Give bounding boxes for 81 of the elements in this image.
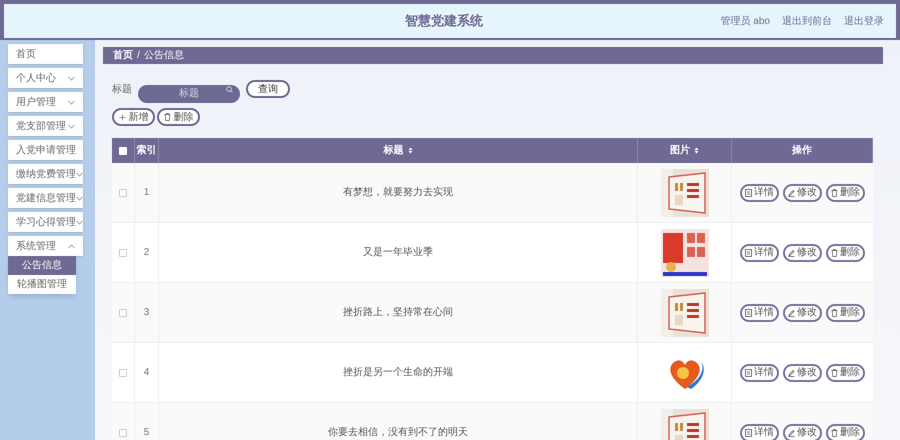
details-button[interactable]: 详情 xyxy=(740,184,779,202)
sort-icon xyxy=(694,147,699,154)
delete-button[interactable]: 删除 xyxy=(826,244,865,262)
sidebar-item[interactable]: 党支部管理 xyxy=(8,116,83,136)
row-checkbox[interactable] xyxy=(119,428,127,436)
trash-icon xyxy=(164,113,170,121)
title-cell-text: 又是一年毕业季 xyxy=(363,246,433,260)
chevron-down-icon xyxy=(68,100,75,104)
header-link[interactable]: 退出到前台 xyxy=(782,14,832,28)
title-cell-text: 挫折路上，坚持常在心间 xyxy=(343,306,453,320)
chevron-down-icon xyxy=(76,220,83,224)
breadcrumb-text: 公告信息 xyxy=(144,48,184,63)
breadcrumb-text: / xyxy=(137,49,140,63)
index-cell-text: 2 xyxy=(144,246,150,260)
sidebar-item[interactable]: 用户管理 xyxy=(8,92,83,112)
index-cell-text: 5 xyxy=(144,426,150,440)
trash-icon xyxy=(831,308,838,316)
search-icon xyxy=(226,86,233,92)
breadcrumb-text[interactable]: 首页 xyxy=(113,48,133,63)
query-button[interactable]: 查询 xyxy=(246,80,290,98)
details-button[interactable]: 详情 xyxy=(740,304,779,322)
delete-button[interactable]: 删除 xyxy=(826,424,865,440)
index-cell-text: 4 xyxy=(144,366,150,380)
index-cell-text: 3 xyxy=(144,306,150,320)
sidebar-item[interactable]: 个人中心 xyxy=(8,68,83,88)
header-link[interactable]: 退出登录 xyxy=(844,14,884,28)
search-label: 标题 xyxy=(112,82,132,96)
row-checkbox[interactable] xyxy=(119,368,127,376)
submenu-item[interactable]: 轮播图管理 xyxy=(8,275,76,294)
header-link[interactable]: 管理员 abo xyxy=(720,14,770,28)
chevron-up-icon xyxy=(68,244,75,248)
app-title: 智慧党建系统 xyxy=(405,12,483,30)
edit-button[interactable]: 修改 xyxy=(783,424,822,440)
add-button[interactable]: 新增 xyxy=(112,108,155,126)
details-button[interactable]: 详情 xyxy=(740,364,779,382)
trash-icon xyxy=(831,248,838,256)
pencil-icon xyxy=(788,308,795,316)
row-checkbox[interactable] xyxy=(119,308,127,316)
sort-icon xyxy=(408,147,412,154)
title-cell-text: 有梦想，就要努力去实现 xyxy=(343,186,453,200)
document-icon xyxy=(745,428,752,436)
chevron-down-icon xyxy=(68,76,75,80)
edit-button[interactable]: 修改 xyxy=(783,184,822,202)
chevron-down-icon xyxy=(76,172,83,176)
index-cell-text: 1 xyxy=(144,186,150,200)
chevron-down-icon xyxy=(68,124,75,128)
sidebar-item[interactable]: 首页 xyxy=(8,44,83,64)
pencil-icon xyxy=(788,188,795,196)
document-icon xyxy=(745,188,752,196)
pencil-icon xyxy=(788,248,795,256)
edit-button[interactable]: 修改 xyxy=(783,364,822,382)
title-cell-text: 挫折是另一个生命的开端 xyxy=(343,366,453,380)
sidebar-item[interactable]: 党建信息管理 xyxy=(8,188,83,208)
edit-button[interactable]: 修改 xyxy=(783,244,822,262)
chevron-down-icon xyxy=(76,196,83,200)
row-checkbox[interactable] xyxy=(119,248,127,256)
details-button[interactable]: 详情 xyxy=(740,244,779,262)
search-field[interactable]: 标题 xyxy=(138,84,240,102)
plus-icon xyxy=(118,114,126,120)
trash-icon xyxy=(831,428,838,436)
delete-button[interactable]: 删除 xyxy=(157,108,200,126)
delete-button[interactable]: 删除 xyxy=(826,184,865,202)
row-checkbox[interactable] xyxy=(119,188,127,196)
document-icon xyxy=(745,248,752,256)
trash-icon xyxy=(831,188,838,196)
title-cell-text: 你要去相信，没有到不了的明天 xyxy=(328,426,468,440)
sidebar-item[interactable]: 学习心得管理 xyxy=(8,212,83,232)
pencil-icon xyxy=(788,368,795,376)
delete-button[interactable]: 删除 xyxy=(826,364,865,382)
sidebar-item[interactable]: 入党申请管理 xyxy=(8,140,83,160)
edit-button[interactable]: 修改 xyxy=(783,304,822,322)
details-button[interactable]: 详情 xyxy=(740,424,779,440)
delete-button[interactable]: 删除 xyxy=(826,304,865,322)
sidebar-item[interactable]: 缴纳党费管理 xyxy=(8,164,83,184)
submenu-item[interactable]: 公告信息 xyxy=(8,256,76,275)
document-icon xyxy=(745,368,752,376)
pencil-icon xyxy=(788,428,795,436)
sidebar-item[interactable]: 系统管理 xyxy=(8,236,83,256)
document-icon xyxy=(745,308,752,316)
select-all-checkbox[interactable] xyxy=(119,146,127,154)
trash-icon xyxy=(831,368,838,376)
